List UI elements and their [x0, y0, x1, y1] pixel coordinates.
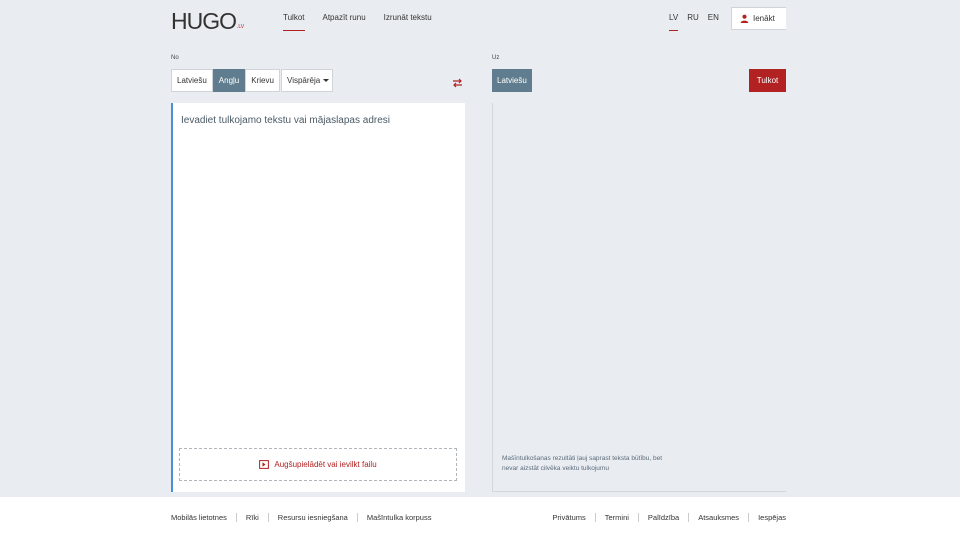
interface-language-switcher: LV RU EN: [669, 13, 728, 31]
login-label: Ienākt: [753, 14, 775, 23]
domain-select-value: Vispārēja: [287, 76, 321, 85]
swap-icon: [453, 78, 462, 88]
chevron-down-icon: [323, 79, 330, 82]
nav-text-to-speech[interactable]: Izrunāt tekstu: [384, 13, 432, 31]
target-output-area: Mašīntulkošanas rezultāti ļauj saprast t…: [492, 103, 786, 492]
source-label: No: [171, 55, 179, 61]
logo[interactable]: HUGO .LV: [171, 9, 244, 33]
file-upload-dropzone[interactable]: Augšupielādēt vai ievilkt failu: [179, 448, 457, 481]
source-text-area[interactable]: Ievadiet tulkojamo tekstu vai mājaslapas…: [171, 103, 465, 492]
lang-lv[interactable]: LV: [669, 13, 679, 31]
main-nav: Tulkot Atpazīt runu Izrunāt tekstu: [283, 13, 450, 31]
user-icon: [740, 14, 749, 23]
lang-ru[interactable]: RU: [687, 13, 699, 31]
footer-divider: [748, 513, 750, 522]
footer-left-links: Mobilās lietotnes Rīki Resursu iesniegša…: [171, 513, 431, 522]
nav-speech-recognition[interactable]: Atpazīt runu: [323, 13, 366, 31]
file-upload-icon: [259, 460, 270, 469]
footer-link-terms[interactable]: Termini: [605, 513, 629, 522]
source-placeholder: Ievadiet tulkojamo tekstu vai mājaslapas…: [181, 115, 390, 126]
file-upload-label: Augšupielādēt vai ievilkt failu: [274, 460, 377, 469]
swap-languages-button[interactable]: [452, 75, 463, 93]
domain-select[interactable]: Vispārēja: [281, 69, 333, 92]
footer-link-resource-submission[interactable]: Resursu iesniegšana: [278, 513, 348, 522]
source-lang-latvian[interactable]: Latviešu: [171, 69, 213, 92]
logo-suffix: .LV: [237, 24, 245, 30]
nav-translate[interactable]: Tulkot: [283, 13, 305, 31]
target-lang-latvian[interactable]: Latviešu: [492, 69, 532, 92]
footer-link-mobile-apps[interactable]: Mobilās lietotnes: [171, 513, 227, 522]
footer-divider: [235, 513, 237, 522]
footer-link-help[interactable]: Palīdzība: [648, 513, 679, 522]
footer-divider: [594, 513, 596, 522]
footer-link-features[interactable]: Iespējas: [758, 513, 786, 522]
source-lang-russian[interactable]: Krievu: [245, 69, 280, 92]
footer-right-links: Privātums Termini Palīdzība Atsauksmes I…: [552, 513, 786, 522]
footer-divider: [356, 513, 358, 522]
translate-button[interactable]: Tulkot: [749, 69, 786, 92]
source-language-group: Latviešu Angļu Krievu: [171, 69, 280, 92]
target-label: Uz: [492, 55, 500, 61]
footer-divider: [267, 513, 269, 522]
footer-link-corpus[interactable]: Mašīntulka korpuss: [367, 513, 432, 522]
footer-link-privacy[interactable]: Privātums: [552, 513, 585, 522]
logo-text: HUGO: [171, 8, 237, 34]
source-lang-english[interactable]: Angļu: [212, 69, 246, 92]
lang-en[interactable]: EN: [708, 13, 719, 31]
footer-link-feedback[interactable]: Atsauksmes: [698, 513, 739, 522]
footer-divider: [637, 513, 639, 522]
footer-link-tools[interactable]: Rīki: [246, 513, 259, 522]
footer-divider: [688, 513, 690, 522]
machine-translation-disclaimer: Mašīntulkošanas rezultāti ļauj saprast t…: [502, 455, 663, 472]
login-button[interactable]: Ienākt: [731, 7, 786, 30]
footer: Mobilās lietotnes Rīki Resursu iesniegša…: [0, 497, 960, 540]
